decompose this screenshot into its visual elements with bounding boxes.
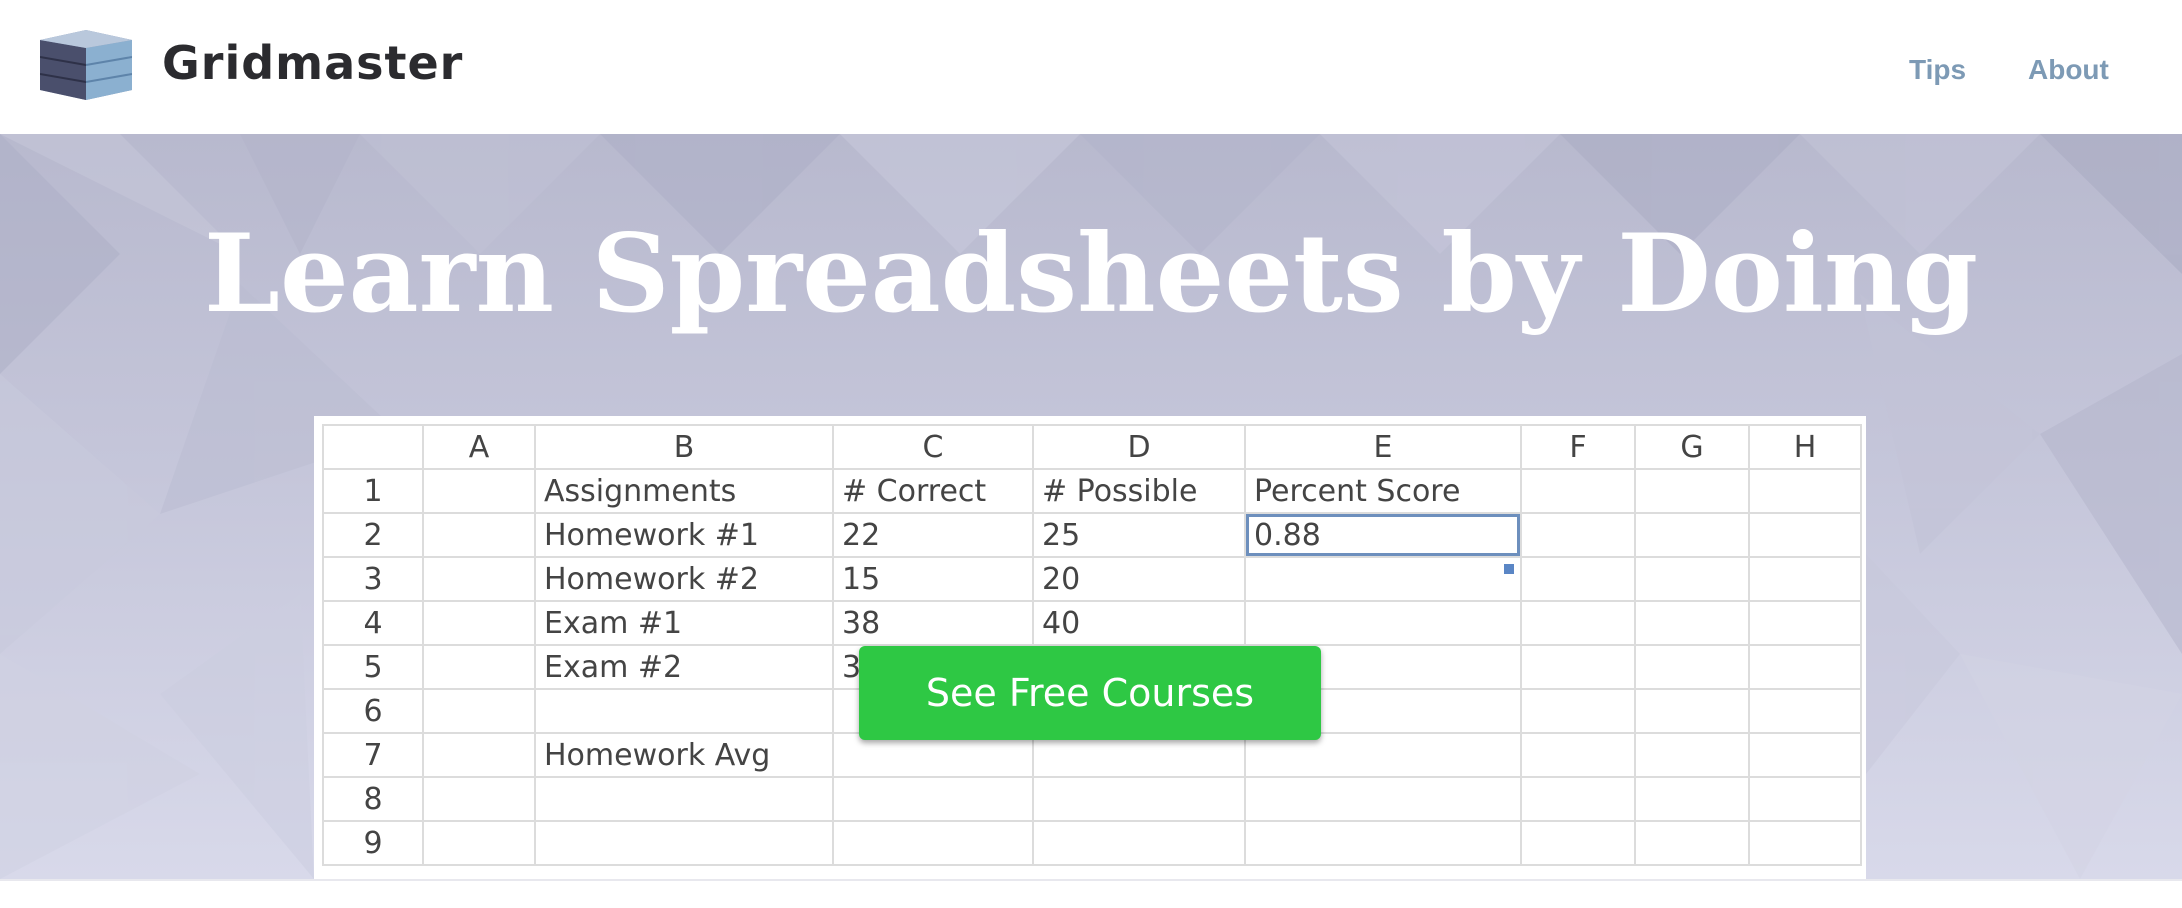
column-header-c[interactable]: C — [832, 424, 1034, 470]
cell-c8[interactable] — [832, 776, 1034, 822]
cell-g6[interactable] — [1634, 688, 1750, 734]
column-header-d[interactable]: D — [1032, 424, 1246, 470]
cell-b5[interactable]: Exam #2 — [534, 644, 834, 690]
row-header[interactable]: 7 — [322, 732, 424, 778]
column-header-a[interactable]: A — [422, 424, 536, 470]
sheet-row: 4 Exam #1 38 40 — [322, 600, 1862, 646]
cell-g4[interactable] — [1634, 600, 1750, 646]
cell-h3[interactable] — [1748, 556, 1862, 602]
cell-f9[interactable] — [1520, 820, 1636, 866]
cell-a2[interactable] — [422, 512, 536, 558]
cell-g9[interactable] — [1634, 820, 1750, 866]
hero-bottom-divider — [0, 879, 2182, 881]
cell-d1[interactable]: # Possible — [1032, 468, 1246, 514]
cell-e4[interactable] — [1244, 600, 1522, 646]
spreadsheet-grid: A B C D E F G H 1 Assignments # Correct # Possible P… — [322, 424, 1862, 866]
cell-e9[interactable] — [1244, 820, 1522, 866]
cell-d2[interactable]: 25 — [1032, 512, 1246, 558]
cell-a1[interactable] — [422, 468, 536, 514]
cell-f5[interactable] — [1520, 644, 1636, 690]
cell-g1[interactable] — [1634, 468, 1750, 514]
cell-c9[interactable] — [832, 820, 1034, 866]
cell-h6[interactable] — [1748, 688, 1862, 734]
cell-a4[interactable] — [422, 600, 536, 646]
row-header[interactable]: 3 — [322, 556, 424, 602]
cell-e3[interactable] — [1244, 556, 1522, 602]
cell-g3[interactable] — [1634, 556, 1750, 602]
cell-b1[interactable]: Assignments — [534, 468, 834, 514]
cell-g5[interactable] — [1634, 644, 1750, 690]
cell-e1[interactable]: Percent Score — [1244, 468, 1522, 514]
corner-cell[interactable] — [322, 424, 424, 470]
cell-b8[interactable] — [534, 776, 834, 822]
see-free-courses-button[interactable]: See Free Courses — [859, 646, 1321, 740]
selection-fill-handle[interactable] — [1504, 564, 1514, 574]
cell-b3[interactable]: Homework #2 — [534, 556, 834, 602]
cell-h9[interactable] — [1748, 820, 1862, 866]
cell-f7[interactable] — [1520, 732, 1636, 778]
cell-h7[interactable] — [1748, 732, 1862, 778]
cell-c1[interactable]: # Correct — [832, 468, 1034, 514]
cell-h1[interactable] — [1748, 468, 1862, 514]
cell-d3[interactable]: 20 — [1032, 556, 1246, 602]
nav-link-about[interactable]: About — [2028, 54, 2109, 86]
cell-g8[interactable] — [1634, 776, 1750, 822]
cell-a3[interactable] — [422, 556, 536, 602]
column-header-f[interactable]: F — [1520, 424, 1636, 470]
cell-a6[interactable] — [422, 688, 536, 734]
cell-h4[interactable] — [1748, 600, 1862, 646]
cell-b9[interactable] — [534, 820, 834, 866]
sheet-row: 8 — [322, 776, 1862, 822]
cell-f4[interactable] — [1520, 600, 1636, 646]
row-header[interactable]: 9 — [322, 820, 424, 866]
cell-c2[interactable]: 22 — [832, 512, 1034, 558]
cell-a7[interactable] — [422, 732, 536, 778]
cell-a8[interactable] — [422, 776, 536, 822]
column-header-row: ABCDEFGH — [322, 424, 1862, 470]
column-header-b[interactable]: B — [534, 424, 834, 470]
cell-d4[interactable]: 40 — [1032, 600, 1246, 646]
cell-a5[interactable] — [422, 644, 536, 690]
cell-h8[interactable] — [1748, 776, 1862, 822]
cell-f6[interactable] — [1520, 688, 1636, 734]
cell-d9[interactable] — [1032, 820, 1246, 866]
site-header: Gridmaster Tips About — [0, 0, 2182, 134]
cell-b7[interactable]: Homework Avg — [534, 732, 834, 778]
cell-g2[interactable] — [1634, 512, 1750, 558]
column-header-e[interactable]: E — [1244, 424, 1522, 470]
cell-h2[interactable] — [1748, 512, 1862, 558]
sheet-row: 1 Assignments # Correct # Possible Percent S… — [322, 468, 1862, 514]
hero-section: Learn Spreadsheets by Doing A B C D E F G H 1 Ass… — [0, 134, 2182, 879]
row-header[interactable]: 5 — [322, 644, 424, 690]
cell-e2[interactable]: 0.88 — [1244, 512, 1522, 558]
cell-f2[interactable] — [1520, 512, 1636, 558]
brand-name[interactable]: Gridmaster — [162, 36, 463, 90]
sheet-row: 2 Homework #1 22 25 0.88 — [322, 512, 1862, 558]
sheet-row: 9 — [322, 820, 1862, 866]
sheet-row: 3 Homework #2 15 20 — [322, 556, 1862, 602]
row-header[interactable]: 8 — [322, 776, 424, 822]
nav-link-tips[interactable]: Tips — [1909, 54, 1966, 86]
cell-f3[interactable] — [1520, 556, 1636, 602]
cell-g7[interactable] — [1634, 732, 1750, 778]
column-header-g[interactable]: G — [1634, 424, 1750, 470]
cell-h5[interactable] — [1748, 644, 1862, 690]
cell-b6[interactable] — [534, 688, 834, 734]
row-header[interactable]: 2 — [322, 512, 424, 558]
cell-c3[interactable]: 15 — [832, 556, 1034, 602]
cell-f8[interactable] — [1520, 776, 1636, 822]
row-header[interactable]: 1 — [322, 468, 424, 514]
column-header-h[interactable]: H — [1748, 424, 1862, 470]
cell-d8[interactable] — [1032, 776, 1246, 822]
cell-a9[interactable] — [422, 820, 536, 866]
cell-c4[interactable]: 38 — [832, 600, 1034, 646]
grid-cube-logo-icon[interactable] — [40, 30, 132, 100]
cell-f1[interactable] — [1520, 468, 1636, 514]
cell-b4[interactable]: Exam #1 — [534, 600, 834, 646]
cell-e8[interactable] — [1244, 776, 1522, 822]
row-header[interactable]: 4 — [322, 600, 424, 646]
hero-title: Learn Spreadsheets by Doing — [204, 211, 1978, 337]
row-header[interactable]: 6 — [322, 688, 424, 734]
cell-b2[interactable]: Homework #1 — [534, 512, 834, 558]
